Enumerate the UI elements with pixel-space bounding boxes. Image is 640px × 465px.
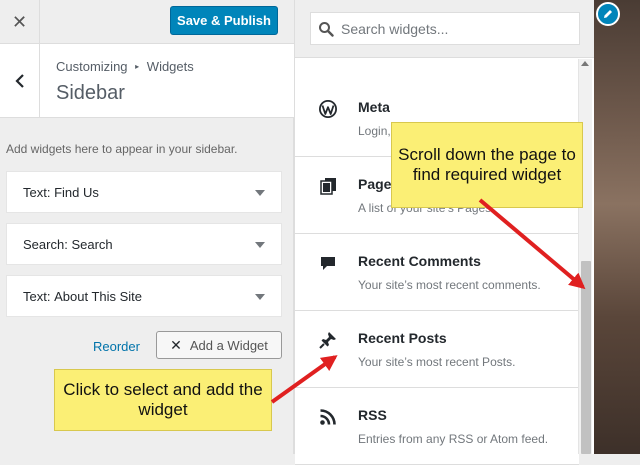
section-title: Sidebar (56, 82, 125, 104)
expand-arrow-icon[interactable] (255, 190, 265, 196)
widget-title: Find Us (54, 184, 99, 200)
expand-arrow-icon[interactable] (255, 294, 265, 300)
widget-item[interactable]: Text: About This Site (6, 275, 282, 317)
section-description: Add widgets here to appear in your sideb… (6, 142, 238, 156)
widget-type: Text: (23, 288, 51, 304)
widget-description: Your site’s most recent Posts. (358, 355, 516, 369)
pages-icon (317, 175, 339, 197)
available-widgets-panel: Meta Login, RSS, & WordPress.org links. … (294, 0, 595, 465)
rss-icon (317, 406, 339, 428)
wordpress-icon (317, 98, 339, 120)
scroll-instruction-callout: Scroll down the page to find required wi… (391, 122, 583, 208)
add-widget-label: Add a Widget (189, 337, 268, 353)
breadcrumb: Customizing ▸ Widgets (56, 59, 194, 74)
section-header: Customizing ▸ Widgets Sidebar (0, 44, 294, 118)
back-button[interactable] (0, 44, 40, 117)
widget-title: Search (71, 236, 113, 252)
widget-name: Recent Posts (358, 330, 447, 346)
close-icon: ✕ (170, 336, 182, 353)
pencil-icon (604, 10, 612, 18)
edit-shortcut-button[interactable] (596, 2, 620, 26)
search-input[interactable] (341, 20, 571, 37)
search-icon (311, 12, 341, 45)
widget-name: RSS (358, 407, 387, 423)
widget-name: Recent Comments (358, 253, 481, 269)
widget-description: Entries from any RSS or Atom feed. (358, 432, 549, 446)
widget-description: Your site’s most recent comments. (358, 278, 541, 292)
widget-search-bar (295, 0, 595, 58)
widget-title: About This Site (54, 288, 143, 304)
close-icon[interactable]: ✕ (0, 0, 40, 44)
search-box[interactable] (310, 12, 580, 45)
widget-name: Meta (358, 99, 390, 115)
widgets-scrollbar[interactable] (578, 59, 592, 454)
add-widget-button[interactable]: ✕ Add a Widget (156, 331, 282, 359)
widget-type: Text: (23, 184, 51, 200)
site-preview (594, 0, 640, 454)
scroll-up-arrow-icon[interactable] (581, 61, 589, 66)
widget-item[interactable]: Text: Find Us (6, 171, 282, 213)
reorder-link[interactable]: Reorder (93, 339, 140, 354)
breadcrumb-current: Widgets (146, 59, 194, 74)
available-widget-recent-comments[interactable]: Recent Comments Your site’s most recent … (295, 234, 579, 311)
breadcrumb-separator: ▸ (135, 62, 140, 71)
widget-type: Search: (23, 236, 68, 252)
available-widget-rss[interactable]: RSS Entries from any RSS or Atom feed. (295, 388, 579, 465)
save-publish-button[interactable]: Save & Publish (170, 6, 278, 35)
expand-arrow-icon[interactable] (255, 242, 265, 248)
pushpin-icon (317, 329, 339, 351)
customizer-header: ✕ Save & Publish (0, 0, 294, 44)
available-widget-recent-posts[interactable]: Recent Posts Your site’s most recent Pos… (295, 311, 579, 388)
chevron-left-icon (14, 73, 24, 88)
comment-icon (317, 252, 339, 274)
click-instruction-callout: Click to select and add the widget (54, 369, 272, 431)
widget-item[interactable]: Search: Search (6, 223, 282, 265)
breadcrumb-parent: Customizing (56, 59, 128, 74)
scrollbar-thumb[interactable] (581, 261, 591, 454)
